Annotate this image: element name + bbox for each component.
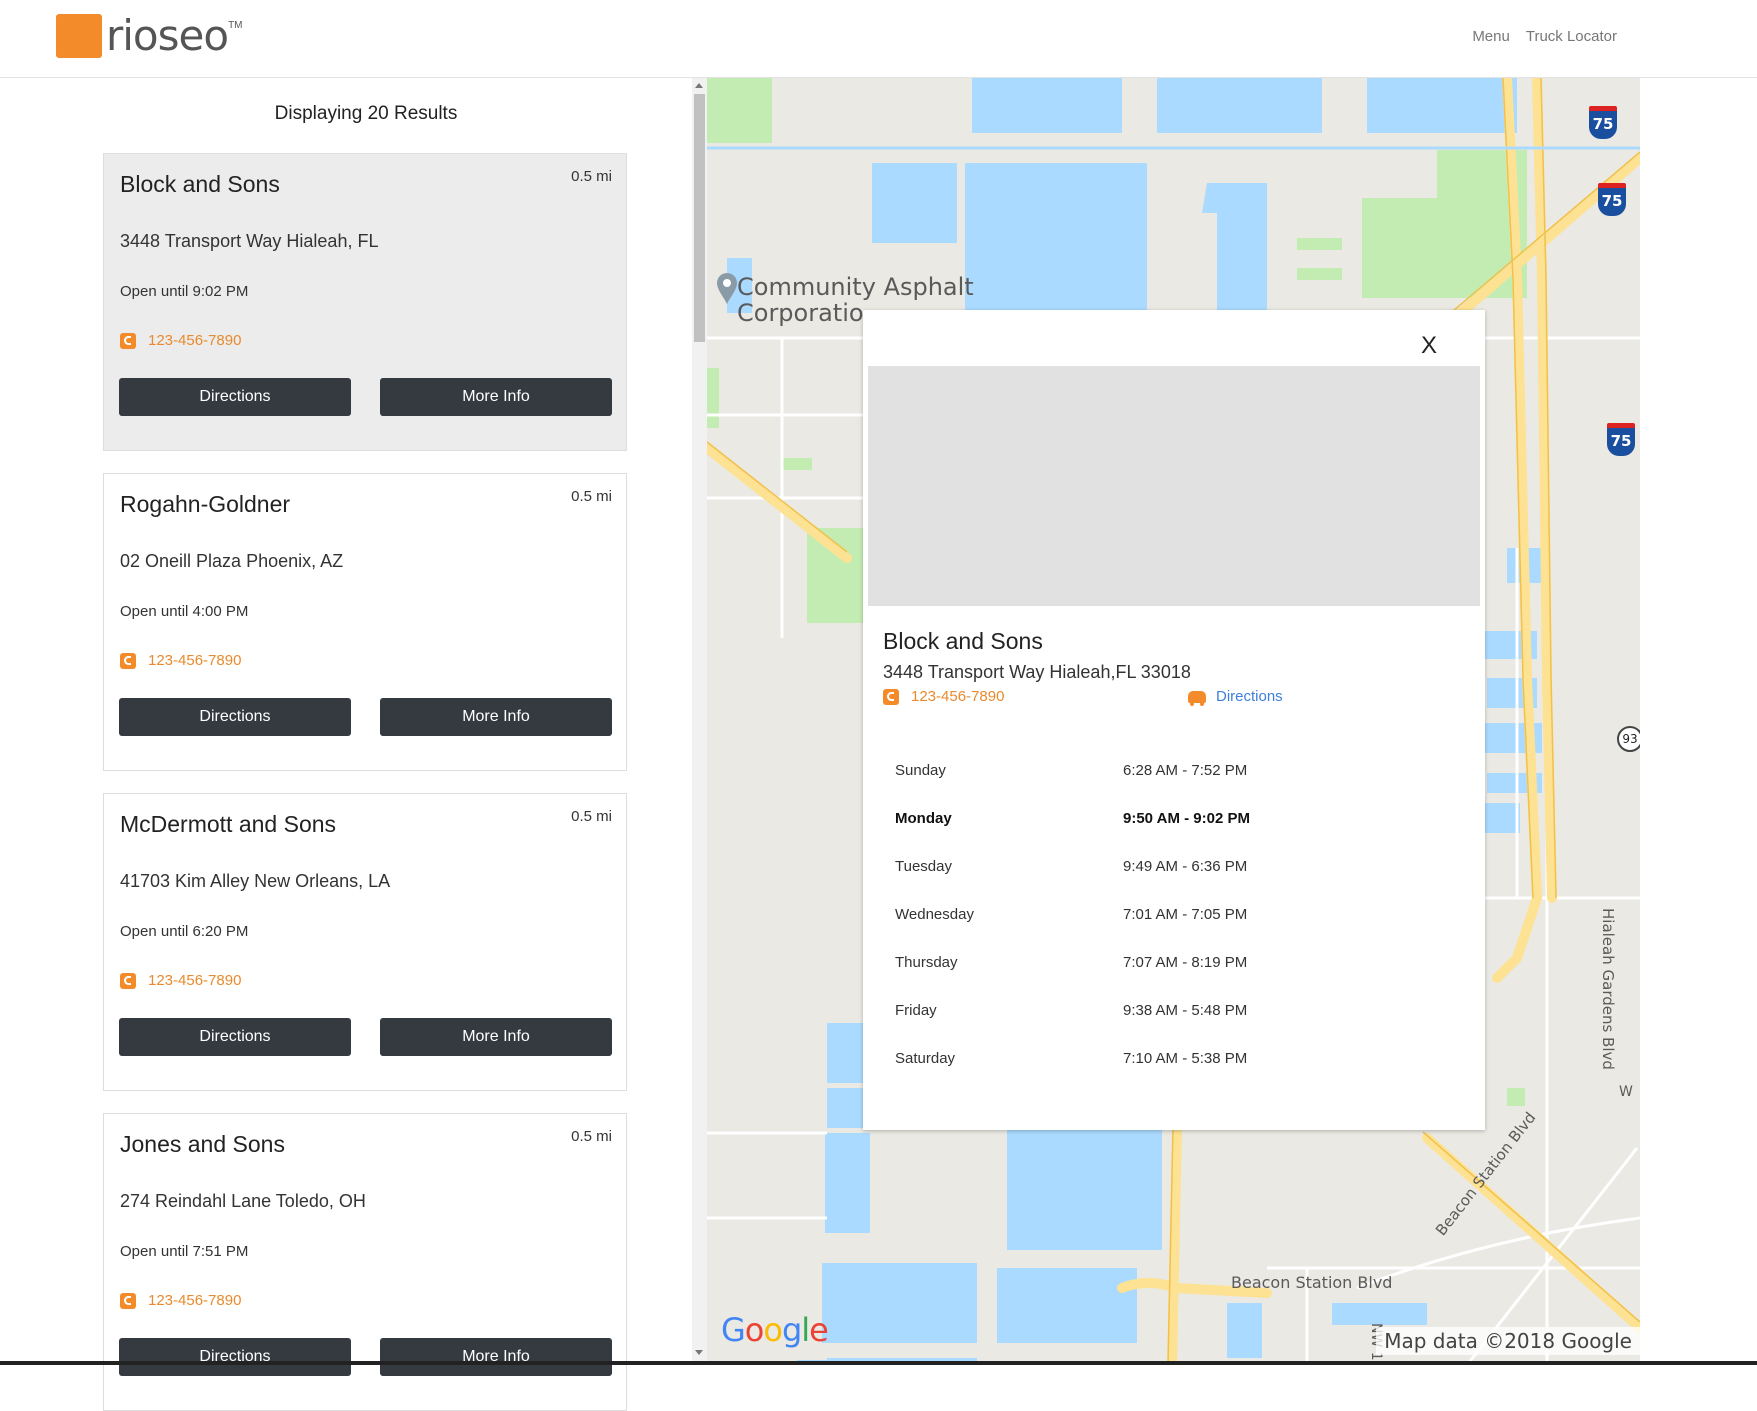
road-label-beacon-station: Beacon Station Blvd: [1231, 1273, 1393, 1292]
hours-time: 6:28 AM - 7:52 PM: [1123, 761, 1248, 779]
hours-time: 9:49 AM - 6:36 PM: [1123, 857, 1248, 875]
hours-day: Wednesday: [895, 905, 974, 923]
popup-location-name: Block and Sons: [883, 628, 1043, 654]
location-address: 41703 Kim Alley New Orleans, LA: [120, 871, 391, 891]
location-detail-popup: X Block and Sons 3448 Transport Way Hial…: [863, 310, 1485, 1130]
nav-truck-locator-link[interactable]: Truck Locator: [1526, 28, 1617, 45]
hours-day: Friday: [895, 1001, 937, 1019]
scroll-down-arrow-icon[interactable]: [695, 1350, 703, 1355]
phone-number[interactable]: 123-456-7890: [148, 1292, 241, 1309]
location-name: Block and Sons: [120, 171, 280, 197]
hours-row: Tuesday 9:49 AM - 6:36 PM: [895, 842, 1455, 890]
location-card[interactable]: Rogahn-Goldner 0.5 mi 02 Oneill Plaza Ph…: [103, 473, 627, 771]
interstate-75-shield-icon: 75: [1589, 106, 1617, 139]
hours-row-today: Monday 9:50 AM - 9:02 PM: [895, 794, 1455, 842]
location-phone[interactable]: 123-456-7890: [120, 972, 241, 989]
more-info-button[interactable]: More Info: [380, 378, 612, 416]
more-info-button[interactable]: More Info: [380, 1338, 612, 1376]
location-phone[interactable]: 123-456-7890: [120, 332, 241, 349]
logo-trademark: TM: [228, 20, 243, 31]
hours-row: Wednesday 7:01 AM - 7:05 PM: [895, 890, 1455, 938]
scroll-up-arrow-icon[interactable]: [695, 83, 703, 88]
hours-time: 7:07 AM - 8:19 PM: [1123, 953, 1248, 971]
location-address: 3448 Transport Way Hialeah, FL: [120, 231, 379, 251]
hours-time: 7:01 AM - 7:05 PM: [1123, 905, 1248, 923]
hours-time: 7:10 AM - 5:38 PM: [1123, 1049, 1248, 1067]
hours-row: Saturday 7:10 AM - 5:38 PM: [895, 1034, 1455, 1082]
location-hours: Open until 6:20 PM: [120, 923, 249, 940]
location-card[interactable]: McDermott and Sons 0.5 mi 41703 Kim Alle…: [103, 793, 627, 1091]
top-nav: Menu Truck Locator: [1472, 28, 1617, 45]
hours-table: Sunday 6:28 AM - 7:52 PM Monday 9:50 AM - …: [895, 746, 1455, 1082]
location-hours: Open until 7:51 PM: [120, 1243, 249, 1260]
location-distance: 0.5 mi: [571, 168, 612, 185]
directions-button[interactable]: Directions: [119, 1338, 351, 1376]
directions-button[interactable]: Directions: [119, 1018, 351, 1056]
hours-time: 9:50 AM - 9:02 PM: [1123, 809, 1250, 827]
logo-text-rio: rio: [106, 11, 159, 60]
more-info-button[interactable]: More Info: [380, 698, 612, 736]
google-logo: Google: [721, 1311, 829, 1349]
bottom-border: [0, 1361, 1757, 1365]
nav-menu-link[interactable]: Menu: [1472, 28, 1510, 45]
hours-day: Sunday: [895, 761, 946, 779]
popup-phone[interactable]: 123-456-7890: [883, 688, 1004, 705]
location-hours: Open until 9:02 PM: [120, 283, 249, 300]
phone-icon: [120, 1292, 136, 1309]
location-distance: 0.5 mi: [571, 1128, 612, 1145]
location-card[interactable]: Jones and Sons 0.5 mi 274 Reindahl Lane …: [103, 1113, 627, 1411]
logo-square-icon: [56, 14, 102, 58]
popup-directions-link[interactable]: Directions: [1188, 688, 1283, 706]
phone-icon: [883, 688, 899, 705]
car-icon: [1188, 690, 1206, 706]
popup-phone-number[interactable]: 123-456-7890: [911, 688, 1004, 705]
location-card[interactable]: Block and Sons 0.5 mi 3448 Transport Way…: [103, 153, 627, 451]
hours-time: 9:38 AM - 5:48 PM: [1123, 1001, 1248, 1019]
phone-icon: [120, 972, 136, 989]
phone-number[interactable]: 123-456-7890: [148, 332, 241, 349]
hours-day: Thursday: [895, 953, 958, 971]
popup-location-address: 3448 Transport Way Hialeah,FL 33018: [883, 662, 1191, 682]
popup-directions-label[interactable]: Directions: [1216, 688, 1283, 705]
hours-day: Monday: [895, 809, 952, 827]
interstate-75-shield-icon: 75: [1598, 183, 1626, 216]
location-name: Rogahn-Goldner: [120, 491, 291, 517]
interstate-75-shield-icon: 75: [1607, 423, 1635, 456]
road-label-w: W: [1619, 1084, 1633, 1100]
results-scrollbar[interactable]: [692, 78, 707, 1365]
hours-row: Thursday 7:07 AM - 8:19 PM: [895, 938, 1455, 986]
hours-day: Tuesday: [895, 857, 952, 875]
location-name: McDermott and Sons: [120, 811, 337, 837]
location-name: Jones and Sons: [120, 1131, 285, 1157]
map-poi-label-line-1: Community Asphalt: [737, 273, 974, 301]
location-address: 02 Oneill Plaza Phoenix, AZ: [120, 551, 344, 571]
location-address: 274 Reindahl Lane Toledo, OH: [120, 1191, 366, 1211]
hours-row: Sunday 6:28 AM - 7:52 PM: [895, 746, 1455, 794]
logo-text-seo: seo: [157, 11, 229, 60]
location-distance: 0.5 mi: [571, 488, 612, 505]
map-attribution: Map data ©2018 Google: [1376, 1327, 1640, 1355]
location-image-placeholder: [868, 366, 1480, 606]
road-label-hialeah-gardens: Hialeah Gardens Blvd: [1599, 908, 1617, 1070]
phone-number[interactable]: 123-456-7890: [148, 652, 241, 669]
route-93-marker-icon: 93: [1617, 726, 1640, 752]
directions-button[interactable]: Directions: [119, 698, 351, 736]
location-phone[interactable]: 123-456-7890: [120, 652, 241, 669]
more-info-button[interactable]: More Info: [380, 1018, 612, 1056]
hours-row: Friday 9:38 AM - 5:48 PM: [895, 986, 1455, 1034]
close-popup-button[interactable]: X: [1421, 332, 1437, 360]
scroll-thumb[interactable]: [694, 94, 705, 342]
results-count-heading: Displaying 20 Results: [274, 103, 458, 124]
phone-icon: [120, 652, 136, 669]
location-phone[interactable]: 123-456-7890: [120, 1292, 241, 1309]
hours-day: Saturday: [895, 1049, 956, 1067]
location-hours: Open until 4:00 PM: [120, 603, 249, 620]
header: rioseo TM Menu Truck Locator: [0, 0, 1757, 78]
phone-icon: [120, 332, 136, 349]
phone-number[interactable]: 123-456-7890: [148, 972, 241, 989]
directions-button[interactable]: Directions: [119, 378, 351, 416]
location-distance: 0.5 mi: [571, 808, 612, 825]
rioseo-logo[interactable]: rioseo TM: [56, 14, 243, 58]
